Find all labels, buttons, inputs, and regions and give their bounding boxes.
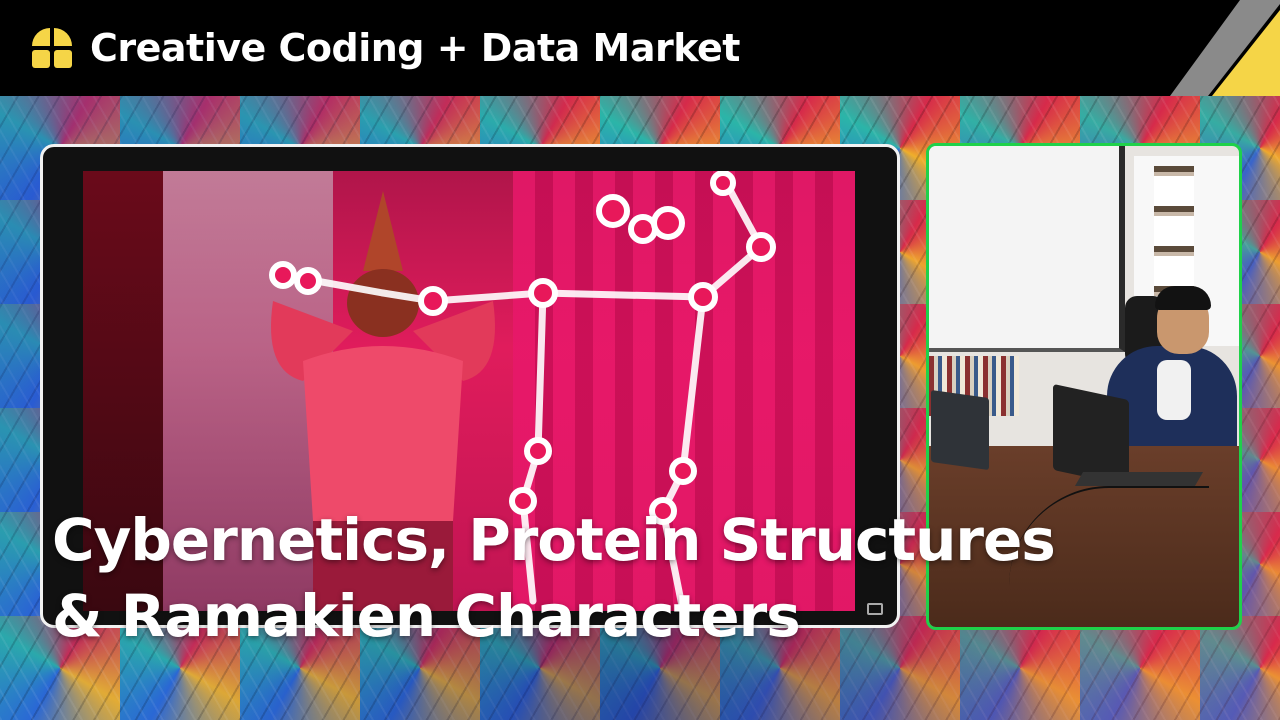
title-line-2: & Ramakien Characters xyxy=(52,582,801,650)
title-line-1: Cybernetics, Protein Structures xyxy=(52,506,1056,574)
header-bar: Creative Coding + Data Market xyxy=(0,0,1280,96)
corner-decoration-icon xyxy=(1170,0,1280,96)
speaker-hair xyxy=(1155,286,1211,310)
projector-screen xyxy=(929,146,1125,352)
video-title: Cybernetics, Protein Structures & Ramaki… xyxy=(52,502,1192,654)
laptop-left xyxy=(931,389,989,471)
laptop-right-base xyxy=(1074,472,1204,486)
speaker-shirt xyxy=(1157,360,1191,420)
brand-logo-icon xyxy=(32,28,72,68)
channel-title: Creative Coding + Data Market xyxy=(90,26,740,70)
laptop-right xyxy=(1053,383,1129,487)
